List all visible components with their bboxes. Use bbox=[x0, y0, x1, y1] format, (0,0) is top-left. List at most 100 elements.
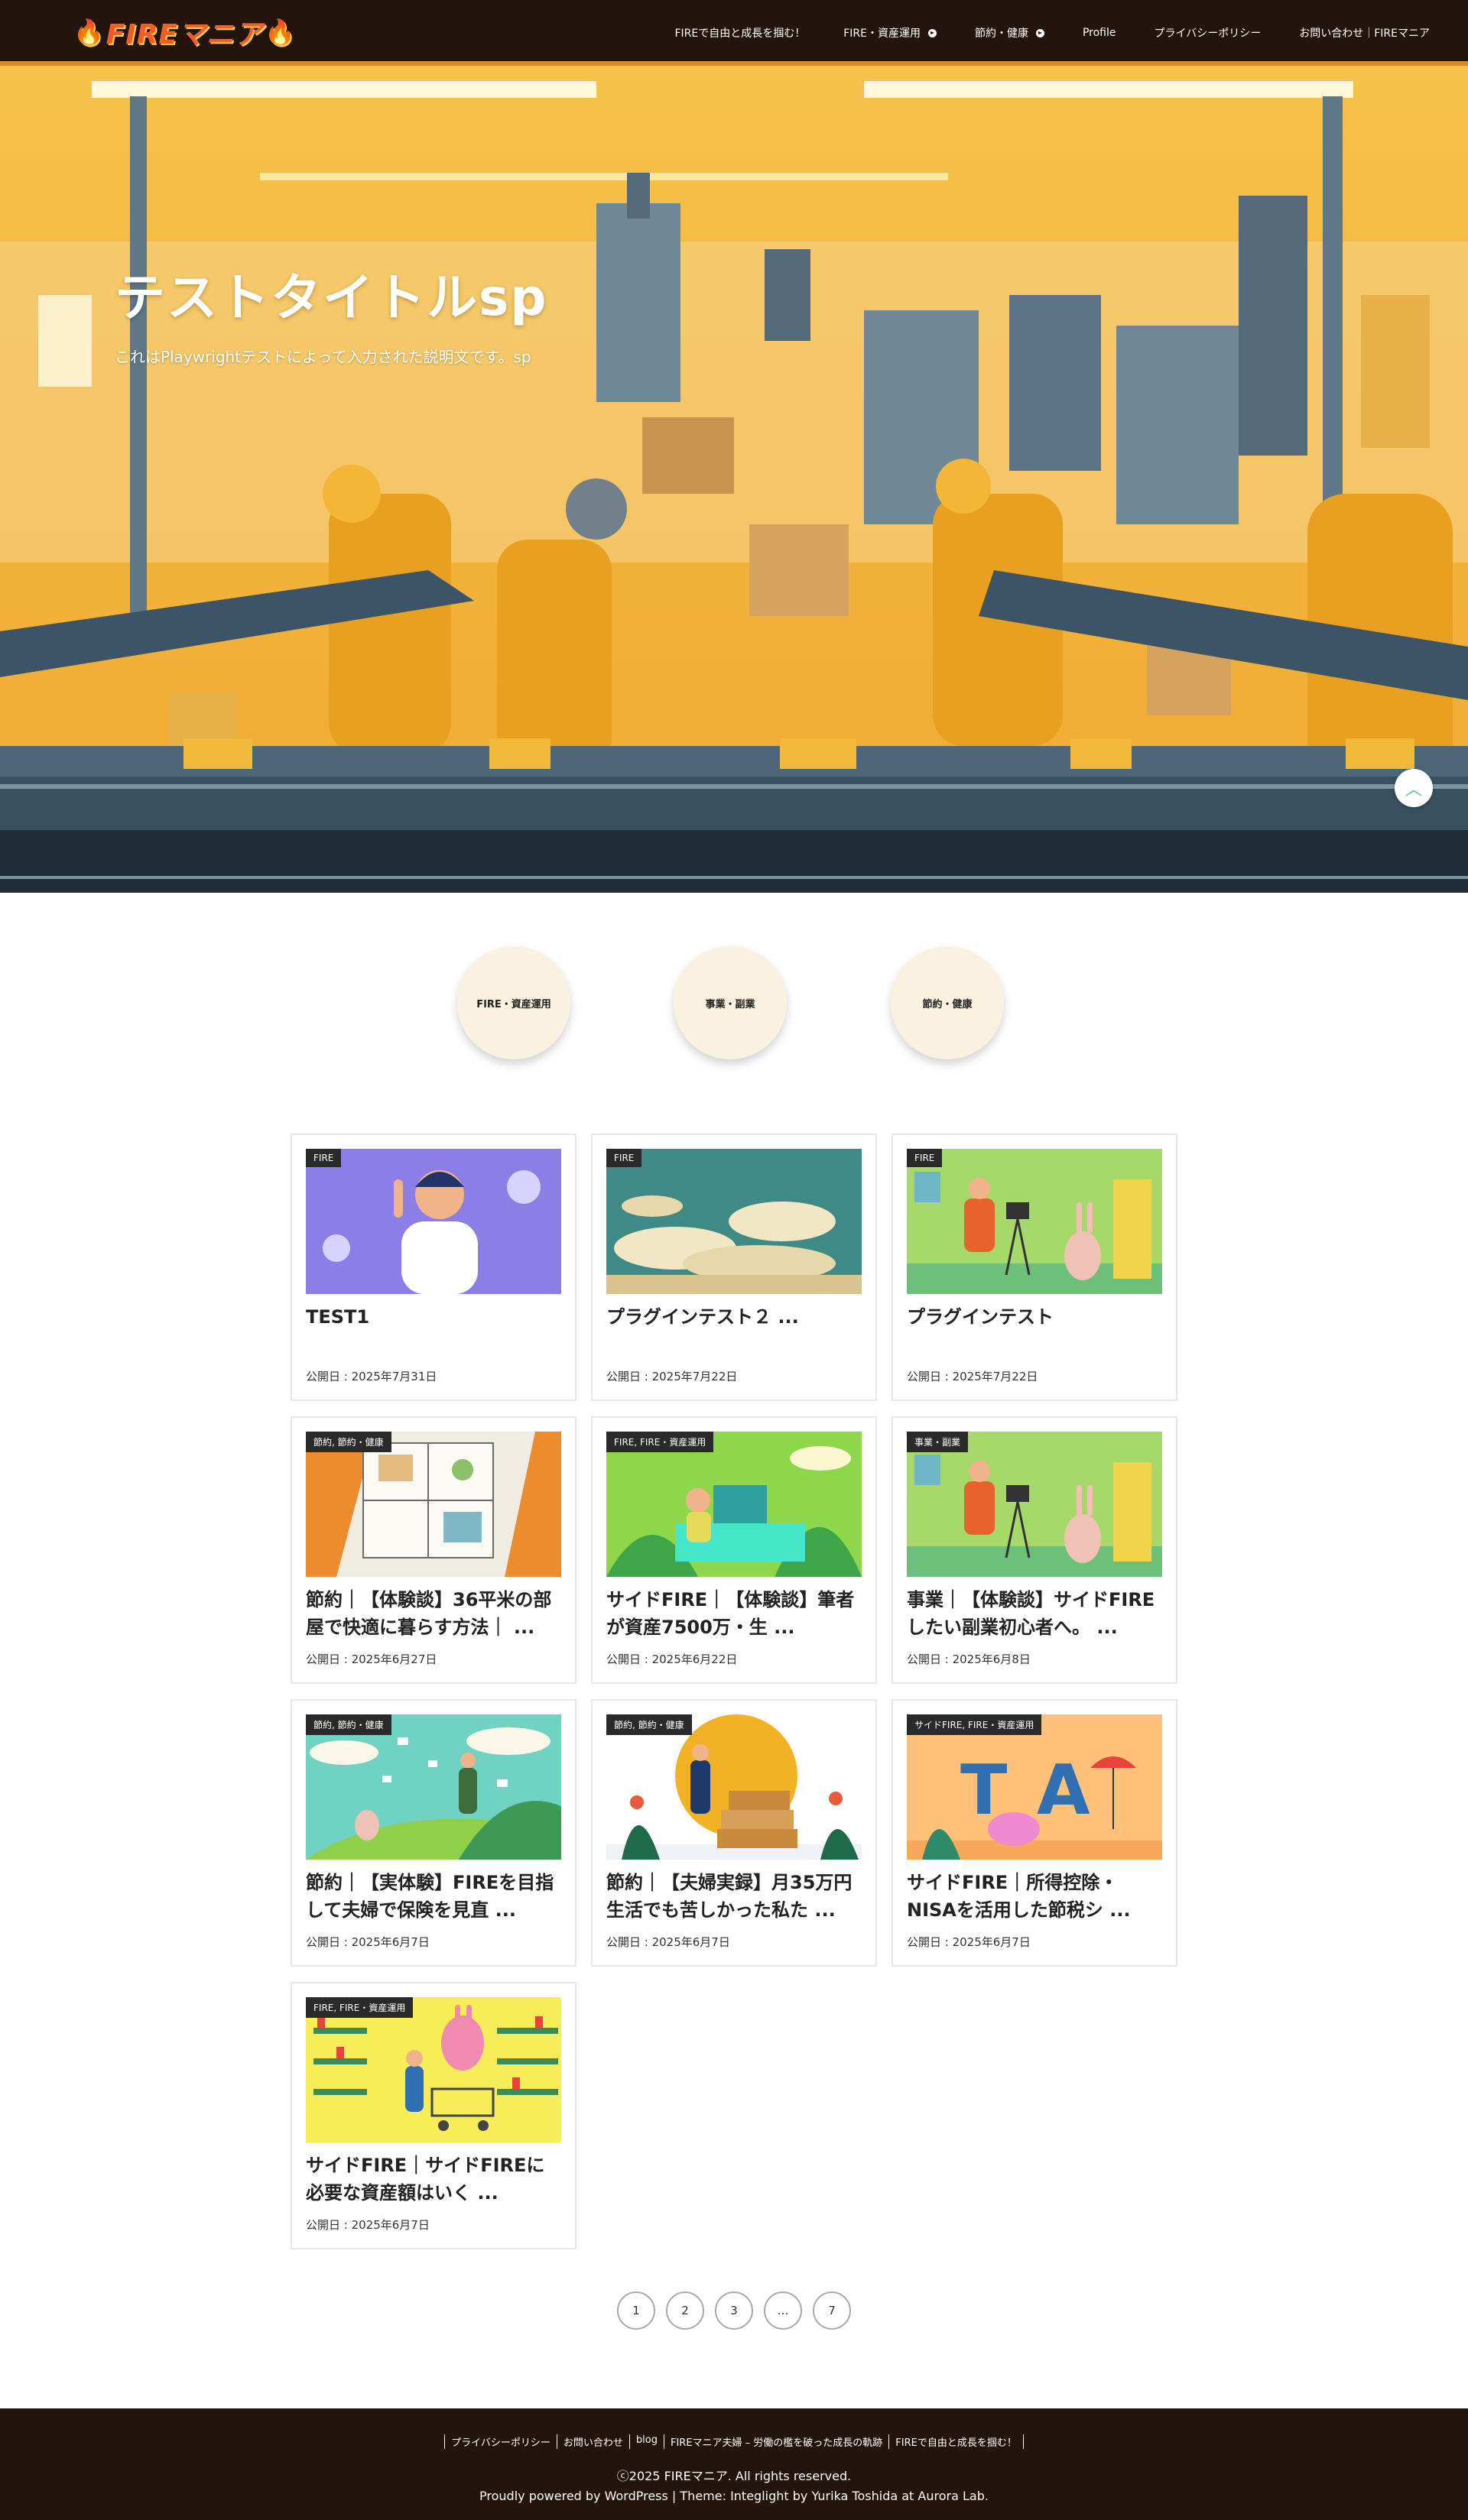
category-fire-assets[interactable]: FIRE・資産運用 bbox=[457, 946, 570, 1059]
page-link-3[interactable]: 3 bbox=[715, 2291, 753, 2330]
svg-text:A: A bbox=[1037, 1750, 1090, 1831]
post-title[interactable]: サイドFIRE｜サイドFIREに必要な資産額はいく ... bbox=[306, 2152, 561, 2207]
nav-label: 節約・健康 bbox=[974, 28, 1028, 40]
category-label: 節約・健康 bbox=[922, 998, 973, 1010]
page-link-7[interactable]: 7 bbox=[813, 2291, 851, 2330]
post-category-tag[interactable]: 事業・副業 bbox=[907, 1432, 969, 1452]
post-thumbnail[interactable]: 事業・副業 bbox=[907, 1432, 1162, 1577]
nav-item-contact[interactable]: お問い合わせ｜FIREマニア bbox=[1299, 25, 1430, 41]
dropdown-arrow-icon[interactable] bbox=[1035, 28, 1044, 37]
post-category-tag[interactable]: サイドFIRE, FIRE・資産運用 bbox=[907, 1714, 1042, 1735]
nav-item-privacy[interactable]: プライバシーポリシー bbox=[1155, 25, 1262, 41]
post-thumbnail-image bbox=[606, 1432, 862, 1577]
page-ellipsis: … bbox=[764, 2291, 802, 2330]
hero-description: これはPlaywrightテストによって入力された説明文です。sp bbox=[115, 348, 531, 366]
post-thumbnail[interactable]: FIRE bbox=[606, 1149, 862, 1294]
nav-label: FIRE・資産運用 bbox=[843, 28, 921, 40]
post-thumbnail[interactable]: FIRE bbox=[306, 1149, 561, 1294]
post-title[interactable]: 節約｜【実体験】FIREを目指して夫婦で保険を見直 ... bbox=[306, 1869, 561, 1924]
post-thumbnail[interactable]: FIRE, FIRE・資産運用 bbox=[306, 1997, 561, 2142]
nav-item-fire-freedom[interactable]: FIREで自由と成長を掴む！ bbox=[674, 25, 805, 41]
chevron-up-icon: ︿ bbox=[1405, 780, 1422, 799]
site-header: 🔥 FIREマニア 🔥 FIREで自由と成長を掴む！ FIRE・資産運用 節約・… bbox=[0, 0, 1468, 67]
nav-label: プライバシーポリシー bbox=[1154, 28, 1262, 40]
post-title[interactable]: 節約｜【体験談】36平米の部屋で快適に暮らす方法｜ ... bbox=[306, 1586, 561, 1641]
post-category-tag[interactable]: FIRE bbox=[907, 1149, 943, 1167]
post-card[interactable]: FIRE プラグインテスト２ ... 公開日 : 2025年7月22日 bbox=[591, 1134, 877, 1401]
post-date: 公開日 : 2025年7月22日 bbox=[606, 1370, 738, 1383]
post-card[interactable]: 事業・副業 事業｜【体験談】サイドFIREしたい副業初心者へ。 ... 公開日 … bbox=[892, 1416, 1177, 1684]
post-category-tag[interactable]: FIRE bbox=[306, 1149, 342, 1167]
post-thumbnail[interactable]: T A サイドFIRE, FIRE・資産運用 bbox=[907, 1714, 1162, 1860]
scroll-to-top-button[interactable]: ︿ bbox=[1395, 769, 1433, 807]
flame-icon: 🔥 bbox=[265, 18, 296, 47]
post-title[interactable]: プラグインテスト２ ... bbox=[606, 1303, 862, 1358]
post-date: 公開日 : 2025年6月27日 bbox=[306, 1652, 437, 1666]
nav-label: FIREで自由と成長を掴む！ bbox=[674, 28, 806, 40]
nav-item-profile[interactable]: Profile bbox=[1083, 27, 1116, 39]
post-thumbnail[interactable]: FIRE, FIRE・資産運用 bbox=[606, 1432, 862, 1577]
flame-icon: 🔥 bbox=[73, 18, 105, 47]
footer-link-contact[interactable]: お問い合わせ bbox=[556, 2434, 629, 2449]
post-card[interactable]: FIRE, FIRE・資産運用 サイドFIRE｜サイドFIREに必要な資産額はい… bbox=[291, 1982, 576, 2249]
post-card[interactable]: FIRE TEST1 公開日 : 2025年7月31日 bbox=[291, 1134, 576, 1401]
page-link-1[interactable]: 1 bbox=[617, 2291, 655, 2330]
nav-label: Profile bbox=[1082, 27, 1116, 39]
hero-title: テストタイトルsp bbox=[115, 268, 548, 327]
post-thumbnail[interactable]: 節約, 節約・健康 bbox=[306, 1714, 561, 1860]
hero-factory-illustration bbox=[0, 66, 1468, 893]
post-category-tag[interactable]: 節約, 節約・健康 bbox=[306, 1714, 391, 1735]
post-thumbnail-image bbox=[907, 1149, 1162, 1294]
dropdown-arrow-icon[interactable] bbox=[927, 28, 937, 37]
post-thumbnail-image bbox=[306, 1432, 561, 1577]
post-thumbnail[interactable]: 節約, 節約・健康 bbox=[306, 1432, 561, 1577]
nav-item-fire-assets[interactable]: FIRE・資産運用 bbox=[843, 25, 937, 41]
post-card[interactable]: FIRE, FIRE・資産運用 サイドFIRE｜【体験談】筆者が資産7500万・… bbox=[591, 1416, 877, 1684]
post-category-tag[interactable]: FIRE, FIRE・資産運用 bbox=[306, 1997, 414, 2018]
nav-label: お問い合わせ｜FIREマニア bbox=[1299, 28, 1430, 40]
post-category-tag[interactable]: FIRE, FIRE・資産運用 bbox=[606, 1432, 714, 1452]
post-date: 公開日 : 2025年7月22日 bbox=[907, 1370, 1038, 1383]
post-date: 公開日 : 2025年6月7日 bbox=[907, 1935, 1031, 1949]
post-card[interactable]: 節約, 節約・健康 節約｜【夫婦実録】月35万円生活でも苦しかった私た ... … bbox=[591, 1699, 877, 1967]
post-category-tag[interactable]: 節約, 節約・健康 bbox=[606, 1714, 692, 1735]
post-title[interactable]: 節約｜【夫婦実録】月35万円生活でも苦しかった私た ... bbox=[606, 1869, 862, 1924]
post-card[interactable]: 節約, 節約・健康 節約｜【実体験】FIREを目指して夫婦で保険を見直 ... … bbox=[291, 1699, 576, 1967]
post-title[interactable]: プラグインテスト bbox=[907, 1303, 1162, 1358]
footer-link-privacy[interactable]: プライバシーポリシー bbox=[444, 2434, 557, 2449]
post-thumbnail[interactable]: FIRE bbox=[907, 1149, 1162, 1294]
post-category-tag[interactable]: FIRE bbox=[606, 1149, 642, 1167]
site-logo[interactable]: 🔥 FIREマニア 🔥 bbox=[72, 15, 297, 50]
post-thumbnail-image bbox=[606, 1149, 862, 1294]
category-saving-health[interactable]: 節約・健康 bbox=[891, 946, 1004, 1059]
post-date: 公開日 : 2025年6月7日 bbox=[306, 1935, 430, 1949]
post-category-tag[interactable]: 節約, 節約・健康 bbox=[306, 1432, 391, 1452]
post-date: 公開日 : 2025年6月7日 bbox=[306, 2218, 430, 2232]
post-thumbnail-image: T A bbox=[907, 1714, 1162, 1860]
post-title[interactable]: サイドFIRE｜【体験談】筆者が資産7500万・生 ... bbox=[606, 1586, 862, 1641]
post-thumbnail-image bbox=[306, 1149, 561, 1294]
pagination: 1 2 3 … 7 bbox=[0, 2291, 1468, 2330]
post-date: 公開日 : 2025年6月22日 bbox=[606, 1652, 738, 1666]
theme-credit: Proudly powered by WordPress | Theme: In… bbox=[479, 2489, 989, 2503]
nav-item-saving-health[interactable]: 節約・健康 bbox=[975, 25, 1044, 41]
main-nav: FIREで自由と成長を掴む！ FIRE・資産運用 節約・健康 Profile プ… bbox=[674, 0, 1468, 66]
copyright-text: ⓒ2025 FIREマニア. All rights reserved. bbox=[616, 2469, 852, 2483]
category-business-side-job[interactable]: 事業・副業 bbox=[674, 946, 787, 1059]
post-title[interactable]: 事業｜【体験談】サイドFIREしたい副業初心者へ。 ... bbox=[907, 1586, 1162, 1641]
post-thumbnail[interactable]: 節約, 節約・健康 bbox=[606, 1714, 862, 1860]
footer-link-blog[interactable]: blog bbox=[628, 2434, 664, 2449]
post-thumbnail-image bbox=[606, 1714, 862, 1860]
footer-link-about[interactable]: FIREマニア夫婦 – 労働の檻を破った成長の軌跡 bbox=[663, 2434, 888, 2449]
post-title[interactable]: TEST1 bbox=[306, 1303, 561, 1358]
page-link-2[interactable]: 2 bbox=[666, 2291, 704, 2330]
footer-link-fire-freedom[interactable]: FIREで自由と成長を掴む！ bbox=[888, 2434, 1024, 2449]
post-thumbnail-image bbox=[306, 1714, 561, 1860]
post-card[interactable]: 節約, 節約・健康 節約｜【体験談】36平米の部屋で快適に暮らす方法｜ ... … bbox=[291, 1416, 576, 1684]
post-card[interactable]: FIRE プラグインテスト 公開日 : 2025年7月22日 bbox=[892, 1134, 1177, 1401]
post-title[interactable]: サイドFIRE｜所得控除・NISAを活用した節税シ ... bbox=[907, 1869, 1162, 1924]
category-label: 事業・副業 bbox=[705, 998, 755, 1010]
post-card[interactable]: T A サイドFIRE, FIRE・資産運用 サイドFIRE｜所得控除・NISA… bbox=[892, 1699, 1177, 1967]
hero-slider: テストタイトルsp これはPlaywrightテストによって入力された説明文です… bbox=[0, 66, 1468, 893]
category-label: FIRE・資産運用 bbox=[476, 998, 551, 1010]
